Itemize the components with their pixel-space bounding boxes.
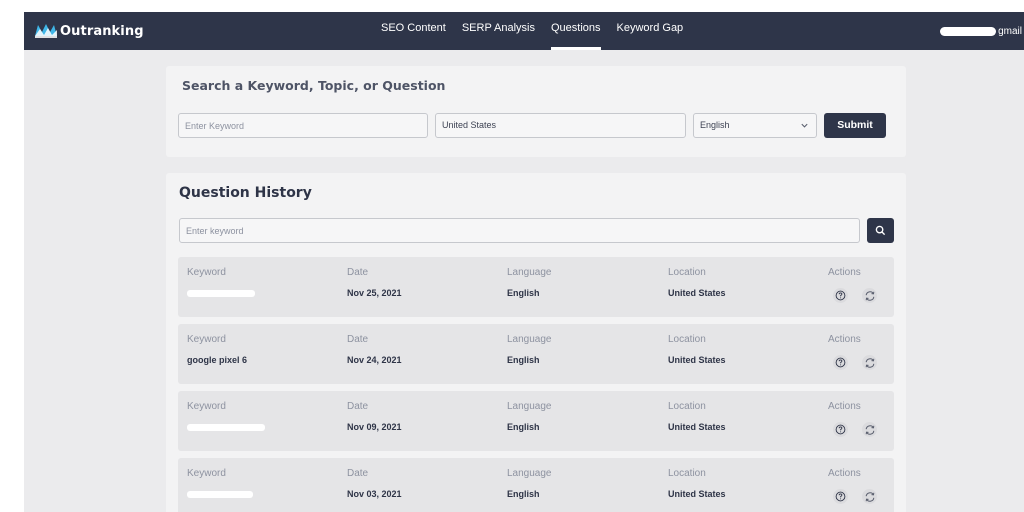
view-questions-button[interactable]	[833, 288, 848, 303]
top-navbar: Outranking SEO Content SERP Analysis Que…	[24, 12, 1024, 50]
actions-label: Actions	[828, 401, 861, 412]
question-circle-icon	[835, 424, 846, 435]
refresh-button[interactable]	[862, 288, 877, 303]
refresh-icon	[865, 290, 874, 301]
refresh-icon	[865, 424, 874, 435]
chevron-down-icon	[801, 123, 808, 128]
brand-logo[interactable]: Outranking	[34, 18, 144, 44]
location-label: Location	[668, 468, 706, 479]
actions-label: Actions	[828, 468, 861, 479]
redacted-keyword	[187, 424, 265, 432]
date-label: Date	[347, 267, 369, 278]
nav-seo-content[interactable]: SEO Content	[381, 12, 446, 50]
location-value: United States	[668, 288, 726, 298]
nav-serp-analysis[interactable]: SERP Analysis	[462, 12, 535, 50]
refresh-button[interactable]	[862, 355, 877, 370]
keyword-search-card: Search a Keyword, Topic, or Question Uni…	[166, 66, 906, 157]
outranking-logo-icon	[35, 24, 57, 38]
language-value: English	[507, 489, 540, 499]
user-email: gmail	[998, 25, 1022, 37]
user-menu[interactable]: gmail	[940, 12, 1022, 50]
history-title: Question History	[179, 185, 312, 201]
language-value: English	[507, 288, 540, 298]
question-history-card: Question History Keyword Date Nov 25, 20…	[166, 173, 906, 512]
main-nav: SEO Content SERP Analysis Questions Keyw…	[381, 12, 699, 50]
history-search-button[interactable]	[867, 218, 894, 243]
redacted-keyword	[187, 290, 255, 298]
row-actions	[833, 288, 891, 303]
language-value: English	[507, 422, 540, 432]
view-questions-button[interactable]	[833, 355, 848, 370]
language-select-value: English	[700, 120, 730, 130]
date-value: Nov 03, 2021	[347, 489, 402, 499]
language-label: Language	[507, 334, 552, 345]
question-circle-icon	[835, 491, 846, 502]
brand-name: Outranking	[60, 23, 144, 39]
keyword-value-redacted	[187, 422, 265, 432]
history-row: Keyword Date Nov 03, 2021 Language Engli…	[178, 458, 894, 512]
location-input[interactable]: United States	[435, 113, 686, 138]
row-actions	[833, 489, 891, 504]
date-label: Date	[347, 401, 369, 412]
keyword-label: Keyword	[187, 267, 226, 278]
keyword-value-redacted	[187, 489, 253, 499]
language-value: English	[507, 355, 540, 365]
view-questions-button[interactable]	[833, 489, 848, 504]
refresh-button[interactable]	[862, 422, 877, 437]
keyword-value-redacted	[187, 288, 255, 298]
actions-label: Actions	[828, 267, 861, 278]
search-icon	[875, 225, 886, 236]
actions-label: Actions	[828, 334, 861, 345]
refresh-icon	[865, 357, 874, 368]
nav-questions[interactable]: Questions	[551, 12, 601, 50]
location-label: Location	[668, 334, 706, 345]
nav-keyword-gap[interactable]: Keyword Gap	[617, 12, 684, 50]
date-value: Nov 25, 2021	[347, 288, 402, 298]
keyword-input-wrapper	[178, 113, 428, 138]
location-value: United States	[668, 489, 726, 499]
question-circle-icon	[835, 357, 846, 368]
submit-button[interactable]: Submit	[824, 113, 886, 138]
date-label: Date	[347, 468, 369, 479]
redacted-email-prefix	[940, 26, 997, 36]
history-row: Keyword Date Nov 25, 2021 Language Engli…	[178, 257, 894, 317]
keyword-input[interactable]	[185, 114, 427, 137]
question-circle-icon	[835, 290, 846, 301]
view-questions-button[interactable]	[833, 422, 848, 437]
row-actions	[833, 422, 891, 437]
keyword-label: Keyword	[187, 401, 226, 412]
location-value: United States	[668, 355, 726, 365]
date-label: Date	[347, 334, 369, 345]
search-card-title: Search a Keyword, Topic, or Question	[182, 78, 446, 93]
language-select[interactable]: English	[693, 113, 817, 138]
refresh-button[interactable]	[862, 489, 877, 504]
location-label: Location	[668, 267, 706, 278]
row-actions	[833, 355, 891, 370]
date-value: Nov 24, 2021	[347, 355, 402, 365]
date-value: Nov 09, 2021	[347, 422, 402, 432]
keyword-label: Keyword	[187, 334, 226, 345]
history-search-wrapper	[179, 218, 860, 243]
location-label: Location	[668, 401, 706, 412]
language-label: Language	[507, 401, 552, 412]
history-row: Keyword google pixel 6 Date Nov 24, 2021…	[178, 324, 894, 384]
language-label: Language	[507, 267, 552, 278]
keyword-value: google pixel 6	[187, 355, 248, 365]
history-row: Keyword Date Nov 09, 2021 Language Engli…	[178, 391, 894, 451]
location-value: United States	[668, 422, 726, 432]
app-frame: Outranking SEO Content SERP Analysis Que…	[24, 12, 1024, 512]
history-search-input[interactable]	[186, 219, 859, 242]
language-label: Language	[507, 468, 552, 479]
keyword-label: Keyword	[187, 468, 226, 479]
refresh-icon	[865, 491, 874, 502]
redacted-keyword	[187, 491, 253, 499]
